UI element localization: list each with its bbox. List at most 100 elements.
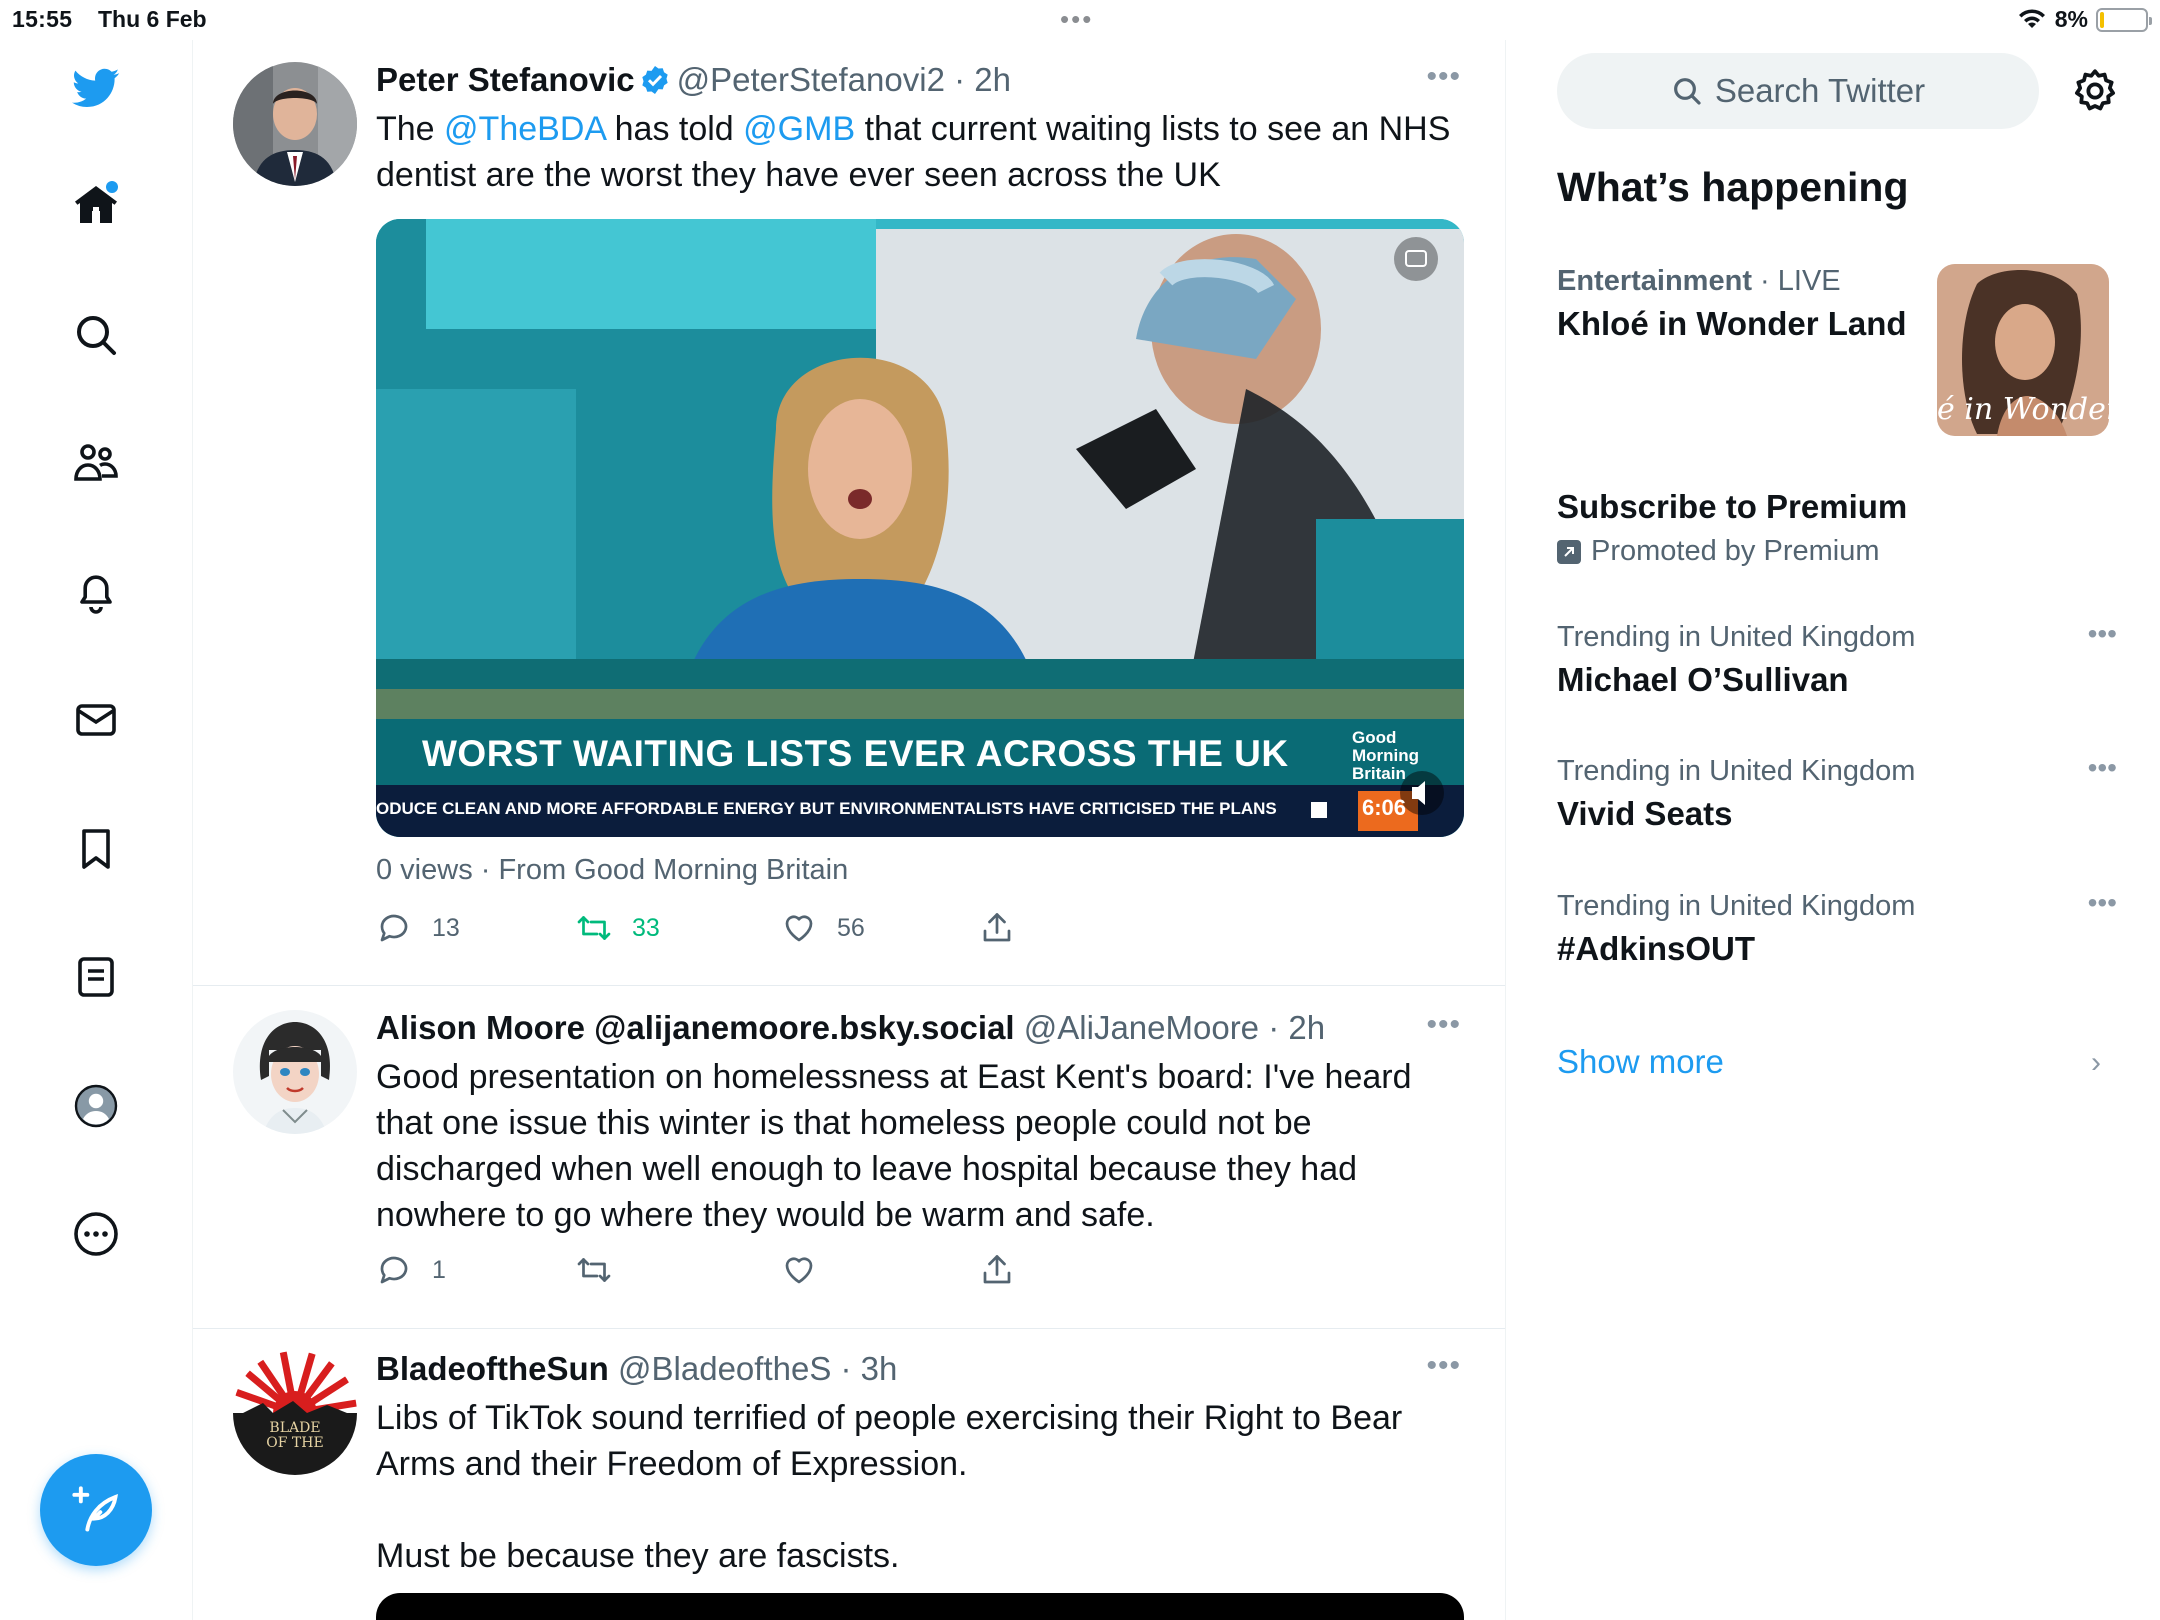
video-headline: WORST WAITING LISTS EVER ACROSS THE UK [422, 733, 1289, 774]
tweet-more-icon[interactable]: ••• [1426, 60, 1461, 94]
trend-title: Subscribe to Premium [1557, 488, 1908, 525]
multitasking-dots-icon[interactable]: ••• [1060, 4, 1093, 35]
tweet-header: Alison Moore @alijanemoore.bsky.social @… [376, 1009, 1326, 1046]
trend-status: LIVE [1777, 265, 1841, 297]
retweet-count: 33 [632, 913, 660, 942]
video-views: 0 views · From Good Morning Britain [376, 854, 849, 886]
tweet[interactable]: Peter Stefanovic @PeterStefanovi2 · 2h Th… [193, 40, 1505, 986]
trend-more-icon[interactable]: ••• [2088, 618, 2117, 650]
trend-more-icon[interactable]: ••• [2088, 887, 2117, 919]
tweet-media-preview[interactable] [376, 1593, 1464, 1620]
status-right: 8% [2017, 6, 2152, 33]
search-input[interactable]: Search Twitter [1557, 53, 2039, 129]
promoted-label: Promoted by Premium [1591, 535, 1880, 567]
bookmarks-icon [82, 829, 110, 869]
share-button[interactable] [979, 1252, 1015, 1288]
trend-more-icon[interactable]: ••• [2088, 752, 2117, 784]
tweet-actions: 1 [376, 1252, 1076, 1296]
notifications-icon [80, 575, 112, 614]
reply-icon [380, 1256, 408, 1284]
tweet-content: Peter Stefanovic @PeterStefanovi2 · 2h Th… [376, 58, 1456, 198]
twitter-logo-icon[interactable] [62, 54, 130, 122]
trend-category: Trending in United Kingdom [1557, 755, 1916, 787]
nav-messages[interactable] [62, 686, 130, 754]
nav-home[interactable] [62, 171, 130, 239]
display-name[interactable]: BladeoftheSun [376, 1350, 609, 1387]
compose-tweet-button[interactable] [40, 1454, 152, 1566]
search-icon [1673, 78, 1701, 105]
chevron-right-icon[interactable]: › [2091, 1046, 2101, 1080]
battery-percent: 8% [2054, 6, 2088, 32]
tweet-video[interactable]: WORST WAITING LISTS EVER ACROSS THE UK O… [376, 219, 1464, 837]
display-name[interactable]: Alison Moore @alijanemoore.bsky.social [376, 1009, 1015, 1046]
profile-icon [74, 1084, 118, 1128]
whats-happening-title: What’s happening [1557, 164, 1909, 210]
tweet-more-icon[interactable]: ••• [1426, 1008, 1461, 1042]
heart-icon [785, 1257, 813, 1284]
thumbnail-text: é in Wonder L [1937, 392, 2109, 427]
retweet-icon [577, 916, 611, 940]
timestamp[interactable]: 2h [974, 61, 1011, 98]
handle[interactable]: @AliJaneMoore [1024, 1009, 1259, 1046]
nav-explore[interactable] [62, 301, 130, 369]
right-sidebar: Search Twitter What’s happening Entertai… [1507, 40, 2160, 1620]
tweet-content: BladeoftheSun @BladeoftheS · 3h Libs of … [376, 1347, 1456, 1579]
retweet-button[interactable]: 33 [576, 910, 660, 946]
heart-icon [785, 915, 813, 942]
retweet-button[interactable] [576, 1252, 612, 1288]
tweet-content: Alison Moore @alijanemoore.bsky.social @… [376, 1006, 1456, 1238]
nav-lists[interactable] [62, 943, 130, 1011]
nav-communities[interactable] [62, 429, 130, 497]
compose-icon [72, 1486, 118, 1532]
trend-title: Michael O’Sullivan [1557, 661, 1849, 698]
battery-icon [2096, 7, 2152, 32]
gmb-logo: Good Morning Britain [1352, 728, 1420, 783]
trend-category: Entertainment [1557, 265, 1752, 297]
handle[interactable]: @BladeoftheS [618, 1350, 831, 1387]
search-icon [77, 316, 116, 355]
handle[interactable]: @PeterStefanovi2 [677, 61, 945, 98]
new-content-dot [106, 181, 118, 193]
tweet[interactable]: BLADE OF THE BladeoftheSun @BladeoftheS … [193, 1329, 1505, 1620]
mention-link[interactable]: @GMB [743, 110, 855, 148]
like-count: 56 [837, 913, 865, 942]
mention-link[interactable]: @TheBDA [444, 110, 605, 148]
timestamp[interactable]: 3h [861, 1350, 898, 1387]
search-placeholder: Search Twitter [1714, 72, 1926, 109]
tweet-actions: 13 33 56 [376, 910, 1076, 954]
video-ticker: ODUCE CLEAN AND MORE AFFORDABLE ENERGY B… [376, 799, 1277, 818]
timestamp[interactable]: 2h [1288, 1009, 1325, 1046]
like-button[interactable] [781, 1252, 817, 1288]
status-date: Thu 6 Feb [98, 6, 207, 32]
reply-button[interactable]: 13 [376, 910, 460, 946]
avatar[interactable] [233, 62, 357, 186]
promoted-trend[interactable]: Subscribe to Premium Promoted by Premium [1557, 483, 2117, 568]
tweet[interactable]: Alison Moore @alijanemoore.bsky.social @… [193, 986, 1505, 1329]
reply-button[interactable]: 1 [376, 1252, 446, 1288]
trend-item[interactable]: Trending in United Kingdom Michael O’Sul… [1557, 618, 2117, 702]
nav-profile[interactable] [62, 1072, 130, 1140]
promoted-icon [1557, 539, 1581, 564]
nav-more[interactable] [62, 1200, 130, 1268]
tweet-text: Good presentation on homelessness at Eas… [376, 1058, 1412, 1234]
settings-button[interactable] [2070, 66, 2120, 116]
more-icon [74, 1212, 118, 1256]
trend-thumbnail[interactable]: é in Wonder L [1937, 264, 2109, 436]
share-button[interactable] [979, 910, 1015, 946]
like-button[interactable]: 56 [781, 910, 865, 946]
nav-bookmarks[interactable] [62, 815, 130, 883]
trend-item[interactable]: Trending in United Kingdom Vivid Seats •… [1557, 752, 2117, 836]
timeline: Peter Stefanovic @PeterStefanovi2 · 2h Th… [193, 40, 1506, 1620]
display-name[interactable]: Peter Stefanovic [376, 61, 635, 98]
trend-item[interactable]: Trending in United Kingdom #AdkinsOUT ••… [1557, 887, 2117, 971]
avatar[interactable] [233, 1010, 357, 1134]
show-more-link[interactable]: Show more [1557, 1043, 1724, 1081]
communities-icon [74, 444, 118, 481]
retweet-icon [577, 1258, 611, 1282]
nav-notifications[interactable] [62, 558, 130, 626]
tweet-header: BladeoftheSun @BladeoftheS · 3h [376, 1350, 898, 1387]
tweet-more-icon[interactable]: ••• [1426, 1349, 1461, 1383]
trend-title: Vivid Seats [1557, 795, 1733, 832]
status-time: 15:55 [12, 6, 73, 32]
avatar[interactable]: BLADE OF THE [233, 1351, 357, 1475]
